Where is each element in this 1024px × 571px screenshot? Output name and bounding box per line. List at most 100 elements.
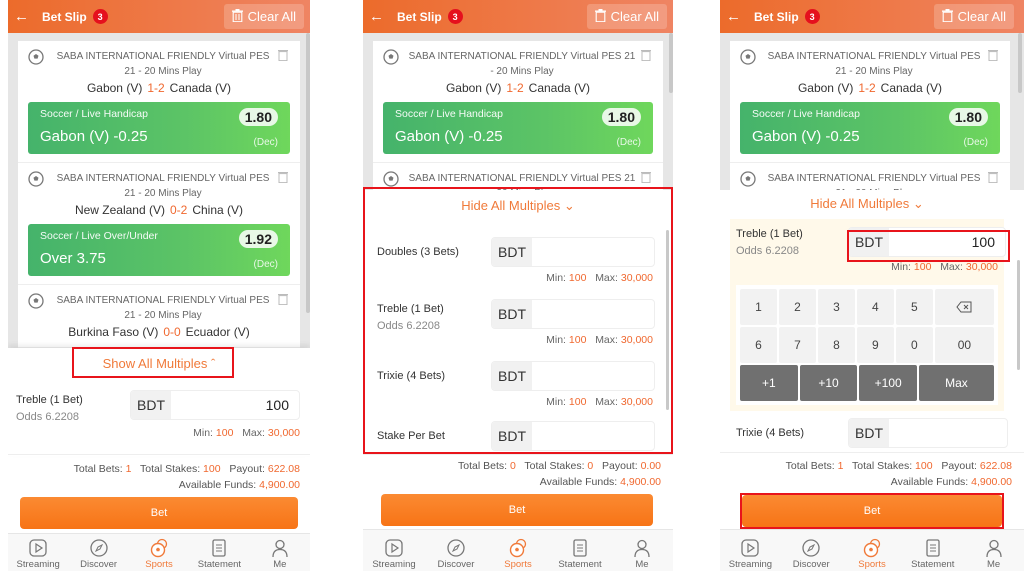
key-2[interactable]: 2 <box>778 289 816 325</box>
quick-add-1[interactable]: +1 <box>740 365 798 401</box>
stake-input[interactable]: BDT <box>491 421 655 451</box>
delete-bet-button[interactable] <box>278 49 290 64</box>
available-funds-value: 4,900.00 <box>971 476 1012 488</box>
clear-all-button[interactable]: Clear All <box>223 4 304 29</box>
tab-statement[interactable]: Statement <box>549 530 611 571</box>
compass-icon <box>802 539 820 557</box>
trash-icon <box>231 8 243 25</box>
betslip-screen-collapsed: ← Bet Slip 3 Clear All SABA INTERNATIONA… <box>8 0 310 571</box>
soccer-ball-icon <box>28 171 44 187</box>
tab-discover[interactable]: Discover <box>781 530 842 571</box>
quick-add-100[interactable]: +100 <box>859 365 917 401</box>
odds-value: 1.92 <box>238 230 278 248</box>
quick-add-10[interactable]: +10 <box>799 365 858 401</box>
soccer-ball-icon <box>383 171 399 187</box>
show-all-multiples-button[interactable]: Show All Multiples ˆ <box>8 356 310 371</box>
betslip-screen-keypad: ← Bet Slip 3 Clear All SABA INTERNATIONA… <box>720 0 1024 571</box>
multiples-section: Hide All Multiples ⌄ Treble (1 Bet) Odds … <box>720 190 1024 452</box>
stake-value[interactable] <box>532 422 654 450</box>
tab-statement[interactable]: Statement <box>189 534 249 571</box>
stake-input[interactable]: BDT <box>848 418 1008 448</box>
key-6[interactable]: 6 <box>740 327 777 363</box>
clear-all-button[interactable]: Clear All <box>933 4 1014 29</box>
clear-all-button[interactable]: Clear All <box>586 4 667 29</box>
header-bar: ← Bet Slip 3 Clear All <box>8 0 310 33</box>
bet-button[interactable]: Bet <box>742 495 1002 527</box>
match-line: New Zealand (V) 0-2 China (V) <box>28 203 290 217</box>
scrollbar[interactable] <box>669 33 673 93</box>
stake-value[interactable] <box>532 300 654 328</box>
stake-input[interactable]: BDT 100 <box>848 227 1006 257</box>
back-button[interactable]: ← <box>369 9 391 24</box>
league-name: SABA INTERNATIONAL FRIENDLY Virtual PES … <box>767 51 981 77</box>
clear-all-label: Clear All <box>610 9 659 24</box>
scrollbar[interactable] <box>666 230 669 410</box>
bet-button[interactable]: Bet <box>381 494 653 526</box>
stake-value[interactable]: 100 <box>171 391 299 419</box>
scrollbar[interactable] <box>1018 33 1022 93</box>
total-stakes-value: 0 <box>587 460 594 472</box>
trash-icon <box>988 50 998 62</box>
compass-icon <box>447 539 465 557</box>
tab-me[interactable]: Me <box>963 530 1024 571</box>
delete-bet-button[interactable] <box>278 293 290 308</box>
selection-box: Soccer / Live Handicap Gabon (V) -0.25 1… <box>740 102 1000 154</box>
sports-balls-icon <box>863 538 881 558</box>
key-1[interactable]: 1 <box>740 289 777 325</box>
chevron-down-icon: ⌄ <box>912 196 924 211</box>
key-0[interactable]: 0 <box>895 327 933 363</box>
stake-input[interactable]: BDT <box>491 237 655 267</box>
quick-max[interactable]: Max <box>919 365 994 401</box>
back-button[interactable]: ← <box>726 9 748 24</box>
stake-input[interactable]: BDT <box>491 299 655 329</box>
key-5[interactable]: 5 <box>895 289 933 325</box>
tab-sports[interactable]: Sports <box>487 530 549 571</box>
stake-input[interactable]: BDT 100 <box>130 390 300 420</box>
bet-button[interactable]: Bet <box>20 497 298 529</box>
key-8[interactable]: 8 <box>817 327 855 363</box>
hide-all-multiples-button[interactable]: Hide All Multiples ⌄ <box>363 198 673 214</box>
home-team: Gabon (V) <box>86 81 143 95</box>
tab-sports[interactable]: Sports <box>842 530 903 571</box>
trash-icon <box>278 172 288 184</box>
delete-bet-button[interactable] <box>278 171 290 186</box>
total-bets-value: 1 <box>837 460 844 472</box>
multiples-section: Hide All Multiples ⌄ Doubles (3 Bets) BD… <box>363 190 673 454</box>
stake-value[interactable] <box>532 238 654 266</box>
key-7[interactable]: 7 <box>778 327 816 363</box>
currency-label: BDT <box>849 228 889 256</box>
tab-me[interactable]: Me <box>250 534 310 571</box>
stake-value[interactable] <box>532 362 654 390</box>
key-3[interactable]: 3 <box>817 289 855 325</box>
chevron-up-icon: ˆ <box>211 356 216 371</box>
stake-row-treble: Treble (1 Bet) Odds 6.2208 BDT Min: 100 M… <box>377 299 655 364</box>
tab-discover[interactable]: Discover <box>68 534 128 571</box>
backspace-key[interactable] <box>934 289 994 325</box>
tab-statement[interactable]: Statement <box>902 530 963 571</box>
hide-all-multiples-button[interactable]: Hide All Multiples ⌄ <box>720 196 1024 212</box>
stake-input[interactable]: BDT <box>491 361 655 391</box>
away-team: Ecuador (V) <box>185 325 250 339</box>
scrollbar[interactable] <box>1017 260 1020 370</box>
tab-sports[interactable]: Sports <box>129 534 189 571</box>
trash-icon <box>988 172 998 184</box>
delete-bet-button[interactable] <box>641 171 653 186</box>
stake-value[interactable]: 100 <box>889 228 1005 256</box>
tab-streaming[interactable]: Streaming <box>8 534 68 571</box>
key-00[interactable]: 00 <box>934 327 994 363</box>
scrollbar[interactable] <box>306 33 310 313</box>
tab-me[interactable]: Me <box>611 530 673 571</box>
back-button[interactable]: ← <box>14 9 36 24</box>
tab-streaming[interactable]: Streaming <box>363 530 425 571</box>
delete-bet-button[interactable] <box>641 49 653 64</box>
tab-discover[interactable]: Discover <box>425 530 487 571</box>
key-9[interactable]: 9 <box>856 327 894 363</box>
tab-streaming[interactable]: Streaming <box>720 530 781 571</box>
delete-bet-button[interactable] <box>988 171 1000 186</box>
play-icon <box>741 539 760 557</box>
key-4[interactable]: 4 <box>856 289 894 325</box>
trash-icon <box>278 50 288 62</box>
stake-value[interactable] <box>889 419 1007 447</box>
match-line: Gabon (V) 1-2 Canada (V) <box>797 81 943 95</box>
delete-bet-button[interactable] <box>988 49 1000 64</box>
